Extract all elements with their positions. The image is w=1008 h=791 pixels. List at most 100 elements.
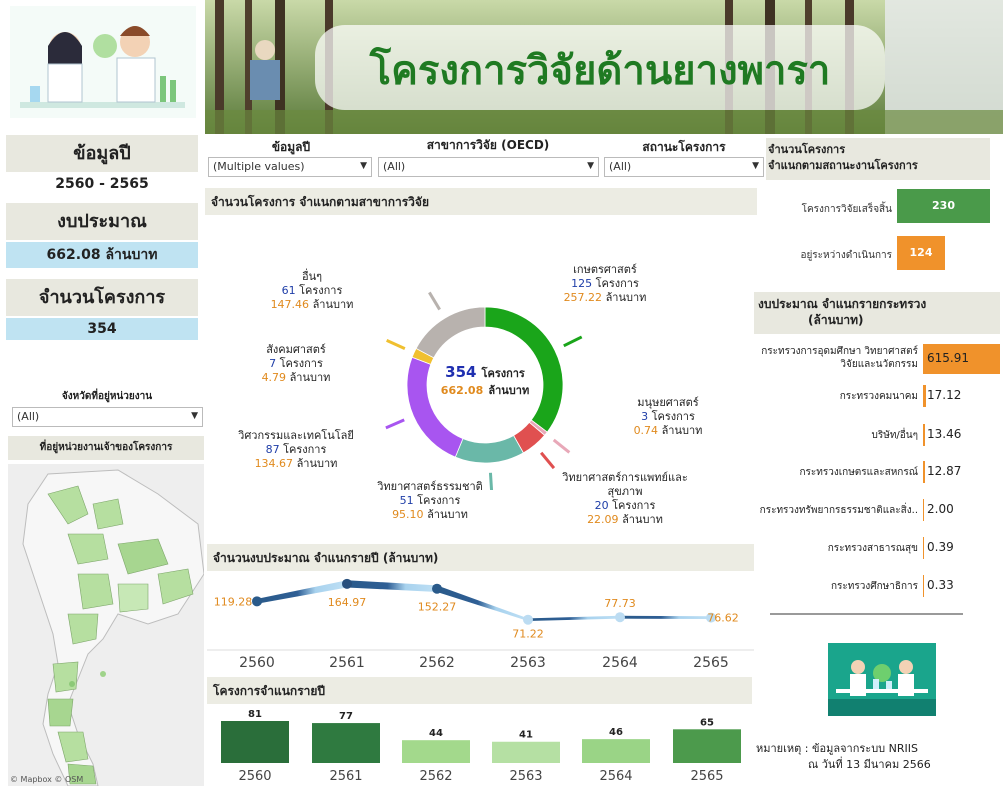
- footnote: หมายเหตุ : ข้อมูลจากระบบ NRIIS ณ วันที่ …: [756, 741, 1004, 773]
- donut-leader-medical: [540, 451, 556, 470]
- segment-count-unit: โครงการ: [283, 443, 327, 456]
- donut-label-natural-science: วิทยาศาสตร์ธรรมชาติ 51 โครงการ 95.10 ล้า…: [370, 480, 490, 522]
- segment-budget: 134.67: [254, 457, 294, 470]
- bar[interactable]: [402, 740, 470, 763]
- ministry-value: 17.12: [927, 388, 962, 402]
- segment-count-unit: โครงการ: [279, 357, 323, 370]
- donut-label-agriculture: เกษตรศาสตร์ 125 โครงการ 257.22 ล้านบาท: [555, 263, 655, 305]
- line-value-label: 164.97: [328, 596, 367, 609]
- bar-x-tick-label: 2565: [690, 769, 723, 784]
- ministry-name: กระทรวงศึกษาธิการ: [830, 581, 918, 592]
- ministry-row[interactable]: กระทรวงศึกษาธิการ 0.33: [757, 575, 1000, 597]
- bar[interactable]: [221, 721, 289, 763]
- segment-count: 7: [269, 357, 277, 370]
- donut-label-medical: วิทยาศาสตร์การแพทย์และสุขภาพ 20 โครงการ …: [560, 471, 690, 527]
- status-label-ongoing: อยู่ระหว่างดำเนินการ: [800, 250, 892, 261]
- line-value-label: 71.22: [512, 628, 544, 641]
- bar[interactable]: [582, 739, 650, 763]
- line-x-tick-label: 2563: [510, 655, 546, 671]
- ministry-scroll-divider[interactable]: [770, 613, 963, 615]
- segment-budget-unit: ล้านบาท: [296, 457, 338, 470]
- line-point[interactable]: [523, 614, 533, 625]
- line-x-tick-label: 2560: [239, 655, 275, 671]
- kpi-budget-label: งบประมาณ: [57, 211, 147, 232]
- segment-budget-unit: ล้านบาท: [289, 371, 331, 384]
- segment-name: วิทยาศาสตร์ธรรมชาติ: [377, 480, 483, 493]
- segment-budget: 95.10: [392, 508, 424, 521]
- chevron-down-icon: ▼: [360, 161, 367, 171]
- footnote-line2: ณ วันที่ 13 มีนาคม 2566: [808, 758, 931, 771]
- line-point[interactable]: [342, 578, 352, 589]
- ministry-bar: [923, 385, 926, 407]
- kpi-year-label: ข้อมูลปี: [73, 143, 131, 164]
- line-value-label: 119.28: [214, 595, 253, 608]
- donut-segment-natural-science[interactable]: [454, 434, 524, 464]
- kpi-projects-value: 354: [87, 321, 117, 337]
- segment-name: มนุษยศาสตร์: [637, 396, 699, 409]
- bar[interactable]: [673, 729, 741, 763]
- donut-center-count-unit: โครงการ: [481, 367, 525, 380]
- year-filter-label: ข้อมูลปี: [271, 140, 311, 154]
- scientists-illustration: [10, 6, 196, 118]
- bar-value-label: 81: [248, 709, 262, 720]
- segment-count: 125: [571, 277, 593, 290]
- ministry-panel-title-2: (ล้านบาท): [808, 313, 864, 327]
- kpi-projects-value-box: 354: [6, 318, 198, 340]
- bar-value-label: 41: [519, 730, 533, 741]
- bar-x-tick-label: 2563: [509, 769, 542, 784]
- ministry-name: บริษัท/อื่นๆ: [871, 430, 918, 441]
- line-chart: 119.28 2560 164.97 2561 152.27 2562 71.22 2563 7…: [207, 578, 754, 671]
- donut-leader-others: [428, 291, 441, 311]
- status-bar-ongoing[interactable]: 124: [897, 236, 945, 270]
- segment-count-unit: โครงการ: [612, 499, 656, 512]
- ministry-row[interactable]: กระทรวงทรัพยากรธรรมชาติและสิ่ง.. 2.00: [757, 499, 1000, 521]
- segment-budget: 4.79: [261, 371, 287, 384]
- segment-count: 20: [594, 499, 609, 512]
- year-filter-value: (Multiple values): [213, 160, 305, 173]
- donut-segment-others[interactable]: [415, 306, 486, 359]
- bar-value-label: 44: [429, 728, 443, 739]
- ministry-value: 13.46: [927, 427, 962, 441]
- line-value-label: 77.73: [604, 597, 636, 610]
- segment-count-unit: โครงการ: [299, 284, 343, 297]
- ministry-value: 12.87: [927, 464, 962, 478]
- line-point[interactable]: [615, 612, 625, 623]
- donut-center-budget: 662.08: [440, 384, 484, 397]
- line-segment: [528, 615, 620, 621]
- field-filter-dropdown[interactable]: (All) ▼: [378, 157, 599, 177]
- bar-x-tick-label: 2561: [329, 769, 362, 784]
- status-filter-label: สถานะโครงการ: [642, 140, 726, 154]
- status-bar-completed[interactable]: 230: [897, 189, 990, 223]
- bar-chart-title: โครงการจำแนกรายปี: [207, 677, 752, 704]
- bar[interactable]: [492, 741, 560, 763]
- map-attribution: © Mapbox © OSM: [10, 775, 84, 784]
- ministry-name: กระทรวงสาธารณสุข: [827, 543, 918, 554]
- ministry-value: 0.33: [927, 578, 954, 592]
- line-point[interactable]: [252, 596, 262, 607]
- ministry-row[interactable]: กระทรวงคมนาคม 17.12: [757, 385, 1000, 407]
- bar[interactable]: [312, 723, 380, 763]
- donut-section-title: จำนวนโครงการ จำแนกตามสาขาการวิจัย: [205, 188, 757, 215]
- status-panel-title-box: จำนวนโครงการ จำแนกตามสถานะงานโครงการ: [766, 138, 990, 180]
- ministry-name: กระทรวงการอุดมศึกษา วิทยาศาสตร์ วิจัยและ…: [761, 345, 918, 371]
- ministry-row[interactable]: กระทรวงสาธารณสุข 0.39: [757, 537, 1000, 559]
- line-point[interactable]: [432, 583, 442, 594]
- ministry-row[interactable]: กระทรวงการอุดมศึกษา วิทยาศาสตร์ วิจัยและ…: [757, 344, 1000, 374]
- kpi-year-label-box: ข้อมูลปี: [6, 135, 198, 172]
- province-map[interactable]: © Mapbox © OSM: [8, 464, 204, 786]
- header-banner: โครงการวิจัยด้านยางพารา: [205, 0, 1003, 134]
- donut-leader-engineering: [385, 418, 405, 430]
- ministry-name-line2: วิจัยและนวัตกรรม: [840, 359, 918, 370]
- ministry-row[interactable]: บริษัท/อื่นๆ 13.46: [757, 424, 1000, 446]
- kpi-budget-label-box: งบประมาณ: [6, 203, 198, 240]
- ministry-value: 0.39: [927, 540, 954, 554]
- segment-budget-unit: ล้านบาท: [661, 424, 703, 437]
- donut-leader-social-science: [386, 339, 406, 351]
- segment-count-unit: โครงการ: [595, 277, 639, 290]
- ministry-row[interactable]: กระทรวงเกษตรและสหกรณ์ 12.87: [757, 461, 1000, 483]
- status-filter-dropdown[interactable]: (All) ▼: [604, 157, 764, 177]
- province-filter-dropdown[interactable]: (All) ▼: [12, 407, 203, 427]
- year-filter-dropdown[interactable]: (Multiple values) ▼: [208, 157, 372, 177]
- lab-illustration: [828, 643, 936, 716]
- ministry-bar: [923, 499, 924, 521]
